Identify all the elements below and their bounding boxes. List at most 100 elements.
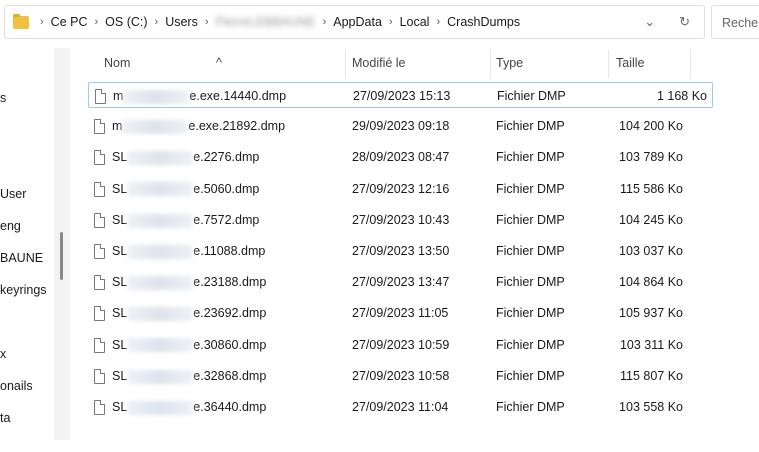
file-modified: 27/09/2023 15:13 [353, 89, 451, 103]
column-headers: ^ Nom Modifié le Type Taille [70, 50, 691, 80]
file-icon [94, 275, 105, 291]
file-modified: 27/09/2023 13:47 [352, 275, 450, 290]
chevron-right-icon: › [94, 16, 99, 28]
sort-ascending-icon: ^ [216, 56, 222, 70]
column-divider[interactable] [490, 50, 491, 78]
file-icon [94, 150, 105, 166]
crumb-drive[interactable]: OS (C:) [105, 15, 147, 29]
file-row[interactable]: m e.exe.21892.dmp 29/09/2023 09:18 Fichie… [88, 113, 713, 139]
redacted-text [127, 338, 194, 353]
file-size: 103 311 Ko [619, 337, 683, 352]
file-type: Fichier DMP [496, 306, 565, 321]
file-row[interactable]: SL e.36440.dmp 27/09/2023 11:04 Fichier D… [88, 394, 713, 420]
file-icon [94, 181, 105, 197]
file-icon [94, 368, 105, 384]
address-bar[interactable]: › Ce PC › OS (C:) › Users › PierreLEBBAU… [4, 5, 705, 39]
nav-item[interactable]: eng [0, 219, 21, 233]
file-icon [94, 119, 105, 135]
chevron-right-icon: › [154, 16, 159, 28]
file-type: Fichier DMP [497, 89, 566, 103]
file-name: SL e.30860.dmp [112, 337, 267, 353]
file-row[interactable]: SL e.23692.dmp 27/09/2023 11:05 Fichier D… [88, 300, 713, 326]
file-icon [94, 212, 105, 228]
file-modified: 27/09/2023 11:05 [352, 306, 449, 321]
file-row[interactable]: SL e.7572.dmp 27/09/2023 10:43 Fichier DM… [88, 207, 713, 233]
refresh-icon[interactable]: ↻ [679, 14, 690, 30]
file-row[interactable]: SL e.11088.dmp 27/09/2023 13:50 Fichier D… [88, 238, 713, 264]
file-size: 105 937 Ko [619, 306, 683, 321]
redacted-text [122, 119, 189, 134]
file-modified: 29/09/2023 09:18 [352, 119, 450, 134]
file-size: 1 168 Ko [656, 89, 707, 103]
file-name: SL e.23188.dmp [112, 275, 267, 290]
file-row[interactable]: SL e.2276.dmp 28/09/2023 08:47 Fichier DM… [88, 144, 713, 170]
file-row[interactable]: SL e.5060.dmp 27/09/2023 12:16 Fichier DM… [88, 176, 713, 202]
file-name: m e.exe.21892.dmp [112, 119, 286, 134]
crumb-appdata[interactable]: AppData [333, 15, 382, 29]
crumb-local[interactable]: Local [400, 15, 430, 29]
redacted-text [123, 89, 190, 104]
nav-item[interactable]: x [0, 347, 6, 361]
file-icon [94, 244, 105, 259]
file-modified: 27/09/2023 10:43 [352, 212, 450, 227]
file-type: Fichier DMP [496, 119, 565, 134]
nav-item[interactable]: s [0, 91, 6, 105]
navigation-pane: s User eng BAUNE keyrings x onails ta [0, 0, 54, 452]
nav-item[interactable]: ta [0, 411, 10, 425]
file-size: 115 807 Ko [619, 368, 683, 383]
crumb-this-pc[interactable]: Ce PC [51, 15, 88, 29]
file-size: 103 789 Ko [619, 150, 683, 165]
nav-item[interactable]: User [0, 187, 26, 201]
file-size: 104 864 Ko [619, 275, 683, 290]
column-modified[interactable]: Modifié le [352, 56, 406, 70]
file-modified: 27/09/2023 12:16 [352, 181, 450, 196]
redacted-text [127, 151, 194, 166]
file-name: SL e.5060.dmp [112, 181, 260, 197]
nav-item[interactable]: BAUNE [0, 251, 43, 265]
column-divider[interactable] [345, 50, 346, 78]
search-input[interactable]: Rechercher [711, 5, 759, 39]
file-row[interactable]: m e.exe.14440.dmp 27/09/2023 15:13 Fichie… [88, 82, 713, 108]
file-icon [94, 306, 105, 322]
scrollbar-thumb[interactable] [60, 232, 63, 280]
file-type: Fichier DMP [496, 368, 565, 383]
file-modified: 27/09/2023 10:59 [352, 337, 450, 352]
file-icon [95, 89, 106, 104]
file-row[interactable]: SL e.30860.dmp 27/09/2023 10:59 Fichier D… [88, 332, 713, 358]
chevron-right-icon: › [436, 16, 441, 28]
column-size[interactable]: Taille [616, 56, 645, 70]
file-modified: 27/09/2023 13:50 [352, 244, 450, 258]
crumb-crashdumps[interactable]: CrashDumps [447, 15, 520, 29]
crumb-users[interactable]: Users [165, 15, 198, 29]
chevron-down-icon[interactable]: ⌄ [644, 14, 655, 30]
column-divider[interactable] [608, 50, 609, 78]
nav-item[interactable]: onails [0, 379, 33, 393]
redacted-text [127, 182, 194, 197]
column-name[interactable]: Nom [104, 56, 130, 70]
file-name: SL e.7572.dmp [112, 212, 260, 228]
file-modified: 27/09/2023 11:04 [352, 400, 449, 414]
file-type: Fichier DMP [496, 212, 565, 227]
file-row[interactable]: SL e.23188.dmp 27/09/2023 13:47 Fichier D… [88, 269, 713, 295]
file-type: Fichier DMP [496, 150, 565, 165]
chevron-right-icon: › [204, 16, 209, 28]
chevron-right-icon: › [322, 16, 327, 28]
file-name: SL e.23692.dmp [112, 306, 267, 322]
file-name: SL e.36440.dmp [112, 400, 267, 415]
column-divider[interactable] [690, 50, 691, 78]
nav-item[interactable]: keyrings [0, 283, 47, 297]
file-size: 104 200 Ko [619, 119, 683, 134]
file-type: Fichier DMP [496, 181, 565, 196]
file-type: Fichier DMP [496, 337, 565, 352]
file-row[interactable]: SL e.32868.dmp 27/09/2023 10:58 Fichier D… [88, 363, 713, 389]
file-type: Fichier DMP [496, 400, 565, 414]
file-name: m e.exe.14440.dmp [113, 89, 287, 104]
file-name: SL e.2276.dmp [112, 150, 260, 166]
crumb-user[interactable]: PierreLEBBAUNE [216, 15, 316, 29]
column-type[interactable]: Type [496, 56, 523, 70]
redacted-text [127, 213, 194, 228]
file-size: 104 245 Ko [619, 212, 683, 227]
file-icon [94, 400, 105, 415]
redacted-text [127, 307, 194, 322]
file-modified: 27/09/2023 10:58 [352, 368, 450, 383]
